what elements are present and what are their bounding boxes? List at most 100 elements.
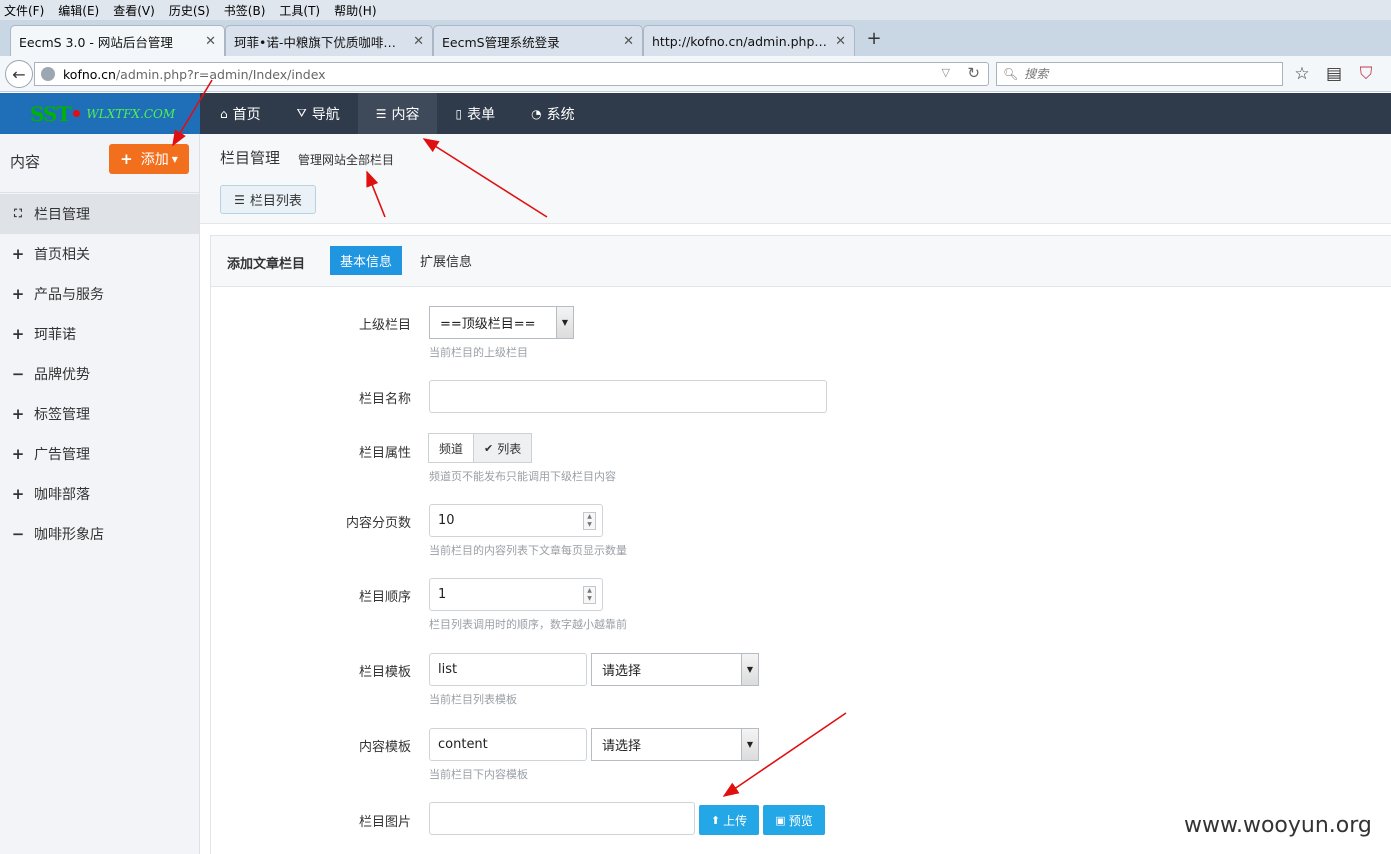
menu-file[interactable]: 文件(F) xyxy=(4,2,44,19)
close-icon[interactable]: ✕ xyxy=(623,34,634,49)
list-icon: ☰ xyxy=(234,192,245,207)
category-order-input[interactable]: 1 ▲ ▼ xyxy=(429,578,603,611)
sidebar-item-category[interactable]: ⛶ 栏目管理 xyxy=(0,194,199,234)
category-name-input[interactable] xyxy=(429,380,827,413)
preview-button[interactable]: ▣ 预览 xyxy=(763,805,825,835)
category-image-input[interactable] xyxy=(429,802,695,835)
category-list-button[interactable]: ☰ 栏目列表 xyxy=(220,185,316,214)
logo-sub: WLXTFX.COM xyxy=(86,106,176,121)
back-icon[interactable]: ← xyxy=(5,60,33,88)
reload-icon[interactable]: ↻ xyxy=(967,64,980,82)
star-icon[interactable]: ☆ xyxy=(1292,64,1312,84)
topnav-navigation[interactable]: ⛛ 导航 xyxy=(279,93,358,134)
topnav-content[interactable]: ☰ 内容 xyxy=(357,93,438,134)
menu-edit[interactable]: 编辑(E) xyxy=(58,2,99,19)
parent-category-label: 上级栏目 xyxy=(358,318,411,333)
plus-icon: + xyxy=(11,445,25,463)
browser-tab-kofno[interactable]: 珂菲•诺-中粮旗下优质咖啡品牌 ✕ xyxy=(225,25,433,56)
content-template-select-value: 请选择 xyxy=(602,739,642,754)
tab-title: EecmS 3.0 - 网站后台管理 xyxy=(19,34,173,50)
content-template-input[interactable]: content xyxy=(429,728,587,761)
close-icon[interactable]: ✕ xyxy=(835,34,846,49)
panel-tabs: 添加文章栏目 基本信息 扩展信息 xyxy=(211,236,1391,287)
list-icon: ☰ xyxy=(375,106,387,121)
menu-tools[interactable]: 工具(T) xyxy=(279,2,320,19)
browser-search[interactable]: 🔍︎ xyxy=(996,62,1283,86)
menu-view[interactable]: 查看(V) xyxy=(113,2,155,19)
plus-icon: + xyxy=(120,150,133,168)
browser-tab-url[interactable]: http://kofno.cn/admin.php?r... ✕ xyxy=(643,25,855,56)
sidebar-item-label: 产品与服务 xyxy=(34,287,104,303)
add-category-panel: 添加文章栏目 基本信息 扩展信息 上级栏目 ==顶级栏目== ▼ 当前栏目的上级… xyxy=(210,235,1391,854)
list-template-input[interactable]: list xyxy=(429,653,587,686)
main-content: 栏目管理 管理网站全部栏目 ☰ 栏目列表 添加文章栏目 基本信息 扩展信息 上级… xyxy=(200,134,1391,854)
minus-icon: − xyxy=(11,365,25,383)
tab-extended-info[interactable]: 扩展信息 xyxy=(410,246,482,275)
sidebar-item-coffee-store[interactable]: − 咖啡形象店 xyxy=(0,514,199,554)
upload-button[interactable]: ⬆ 上传 xyxy=(699,805,759,835)
topnav-forms[interactable]: ▯ 表单 xyxy=(437,93,513,134)
tab-label: 基本信息 xyxy=(340,255,393,270)
logo-main: SST xyxy=(30,101,71,126)
close-icon[interactable]: ✕ xyxy=(413,34,424,49)
sidebar-item-ads[interactable]: + 广告管理 xyxy=(0,434,199,474)
caret-down-icon: ▼ xyxy=(171,154,178,164)
content-template-select[interactable]: 请选择 ▼ xyxy=(591,728,759,761)
site-logo[interactable]: SST WLXTFX.COM xyxy=(0,93,200,134)
browser-tabbar: EecmS 3.0 - 网站后台管理 ✕ 珂菲•诺-中粮旗下优质咖啡品牌 ✕ E… xyxy=(0,20,1391,56)
close-icon[interactable]: ✕ xyxy=(205,34,216,49)
sidebar-item-coffee-tribe[interactable]: + 咖啡部落 xyxy=(0,474,199,514)
address-bar[interactable]: kofno.cn/admin.php?r=admin/Index/index ▽… xyxy=(34,62,989,86)
menu-help[interactable]: 帮助(H) xyxy=(334,2,376,19)
sidebar-item-label: 咖啡部落 xyxy=(34,487,90,503)
sidebar-item-label: 广告管理 xyxy=(34,447,90,463)
sidebar-item-products[interactable]: + 产品与服务 xyxy=(0,274,199,314)
tab-title: EecmS管理系统登录 xyxy=(442,34,560,50)
spinner-icon[interactable]: ▲ ▼ xyxy=(583,586,596,604)
page-title: 栏目管理 xyxy=(220,149,281,167)
chevron-down-icon: ▼ xyxy=(741,654,758,685)
topnav-home[interactable]: ⌂ 首页 xyxy=(202,93,279,134)
sidebar-item-tags[interactable]: + 标签管理 xyxy=(0,394,199,434)
sidebar-item-brand[interactable]: − 品牌优势 xyxy=(0,354,199,394)
spinner-icon[interactable]: ▲ ▼ xyxy=(583,512,596,530)
list-template-select[interactable]: 请选择 ▼ xyxy=(591,653,759,686)
parent-category-select[interactable]: ==顶级栏目== ▼ xyxy=(429,306,574,339)
page-size-input[interactable]: 10 ▲ ▼ xyxy=(429,504,603,537)
menu-bookmarks[interactable]: 书签(B) xyxy=(224,2,266,19)
page-subtitle: 管理网站全部栏目 xyxy=(298,153,395,167)
attr-list-button[interactable]: ✔ 列表 xyxy=(474,433,533,463)
attr-option-label: 频道 xyxy=(439,441,464,456)
sidebar-item-home[interactable]: + 首页相关 xyxy=(0,234,199,274)
preview-label: 预览 xyxy=(788,813,813,828)
plus-icon: + xyxy=(11,405,25,423)
tab-basic-info[interactable]: 基本信息 xyxy=(330,246,403,275)
home-icon: ⌂ xyxy=(220,106,228,121)
tab-title: http://kofno.cn/admin.php?r... xyxy=(652,33,830,49)
new-tab-icon[interactable]: + xyxy=(862,28,886,52)
browser-tab-admin[interactable]: EecmS 3.0 - 网站后台管理 ✕ xyxy=(10,25,225,56)
topnav-system[interactable]: ◔ 系统 xyxy=(513,93,592,134)
search-input[interactable] xyxy=(1024,67,1265,81)
category-attr-label: 栏目属性 xyxy=(358,446,411,461)
category-attr-help: 频道页不能发布只能调用下级栏目内容 xyxy=(429,470,616,483)
pocket-icon[interactable]: ⛉ xyxy=(1356,64,1376,84)
attr-channel-button[interactable]: 频道 xyxy=(428,433,475,463)
sitemap-icon: ⛶ xyxy=(14,207,22,220)
parent-category-help: 当前栏目的上级栏目 xyxy=(429,346,528,359)
menu-history[interactable]: 历史(S) xyxy=(169,2,210,19)
list-template-select-value: 请选择 xyxy=(602,664,642,679)
sidebar-item-kofno[interactable]: + 珂菲诺 xyxy=(0,314,199,354)
minus-icon: − xyxy=(11,525,25,543)
parent-category-value: ==顶级栏目== xyxy=(440,317,536,332)
clipboard-icon[interactable]: ▤ xyxy=(1324,64,1344,84)
plus-icon: + xyxy=(11,285,25,303)
dropdown-icon[interactable]: ▽ xyxy=(942,66,950,79)
panel-title: 添加文章栏目 xyxy=(227,257,306,272)
category-attr-toggle: 频道 ✔ 列表 xyxy=(428,433,533,463)
content-template-help: 当前栏目下内容模板 xyxy=(429,768,528,781)
upload-label: 上传 xyxy=(723,813,748,828)
sidebar-header: 内容 + 添加 ▼ xyxy=(0,134,200,193)
add-button[interactable]: + 添加 ▼ xyxy=(109,144,189,174)
browser-tab-login[interactable]: EecmS管理系统登录 ✕ xyxy=(433,25,643,56)
